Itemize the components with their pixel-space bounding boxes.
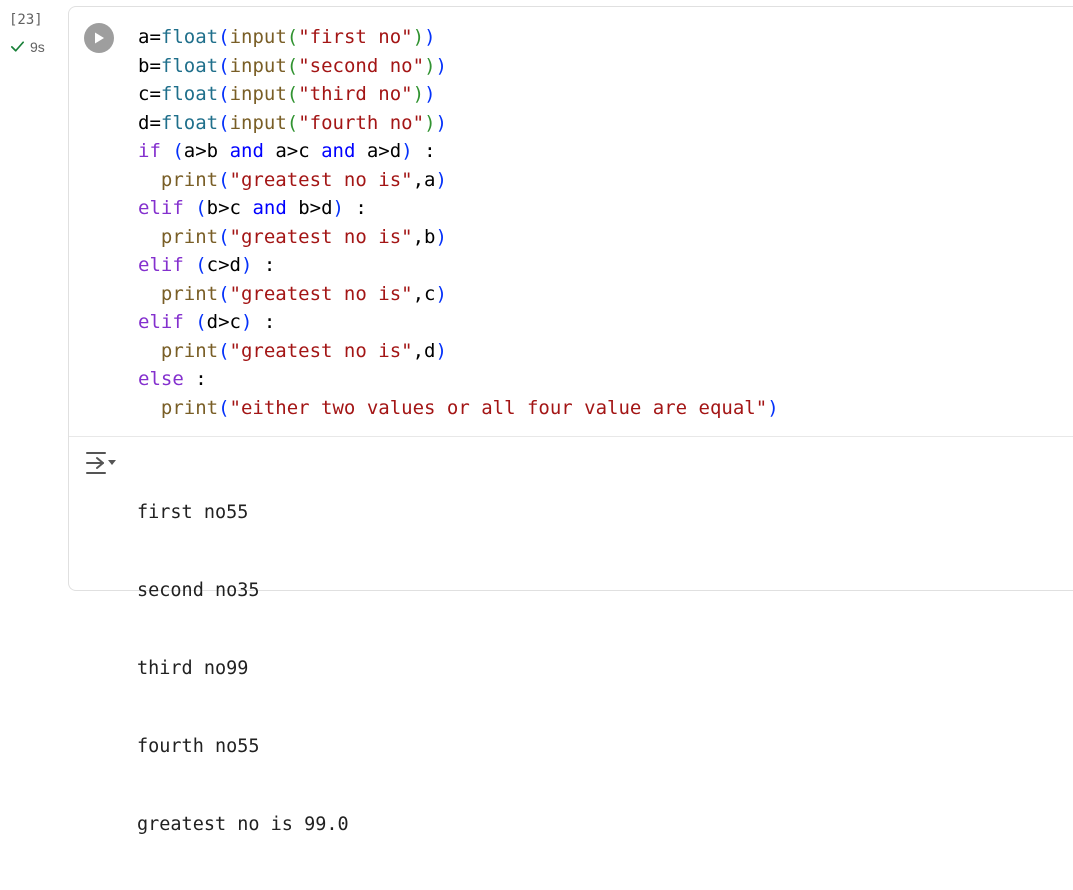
code-editor[interactable]: a=float(input("first no")) b=float(input(… [138, 23, 779, 422]
code-line-6: print("greatest no is",a) [160, 168, 447, 191]
code-line-13: else : [138, 368, 207, 390]
code-line-1: a=float(input("first no")) [138, 26, 436, 48]
cell-output: first no55 second no35 third no99 fourth… [137, 448, 349, 890]
output-line: third no99 [137, 658, 249, 679]
play-icon [95, 32, 104, 44]
code-line-12: print("greatest no is",d) [160, 339, 447, 362]
check-icon [10, 41, 25, 52]
code-line-10: print("greatest no is",c) [160, 282, 447, 305]
run-cell-button[interactable] [84, 23, 114, 53]
code-line-3: c=float(input("third no")) [138, 83, 436, 105]
execution-duration: 9s [30, 38, 45, 55]
code-line-11: elif (d>c) : [138, 311, 276, 333]
output-line: second no35 [137, 580, 260, 601]
output-line: fourth no55 [137, 736, 260, 757]
execution-count: [23] [9, 12, 43, 28]
output-line: greatest no is 99.0 [137, 814, 349, 835]
code-line-9: elif (c>d) : [138, 254, 276, 276]
execution-status: 9s [9, 38, 45, 55]
cell-gutter: [23] 9s [0, 0, 66, 594]
code-line-14: print("either two values or all four val… [160, 396, 779, 419]
output-collapse-icon[interactable] [83, 448, 117, 478]
code-line-8: print("greatest no is",b) [160, 225, 447, 248]
code-line-5: if (a>b and a>c and a>d) : [138, 140, 436, 162]
code-line-7: elif (b>c and b>d) : [138, 197, 367, 219]
code-line-2: b=float(input("second no")) [138, 54, 447, 77]
code-cell[interactable]: a=float(input("first no")) b=float(input(… [68, 6, 1073, 835]
code-line-4: d=float(input("fourth no")) [138, 111, 447, 134]
output-line: first no55 [137, 502, 249, 523]
output-divider [69, 436, 1073, 437]
